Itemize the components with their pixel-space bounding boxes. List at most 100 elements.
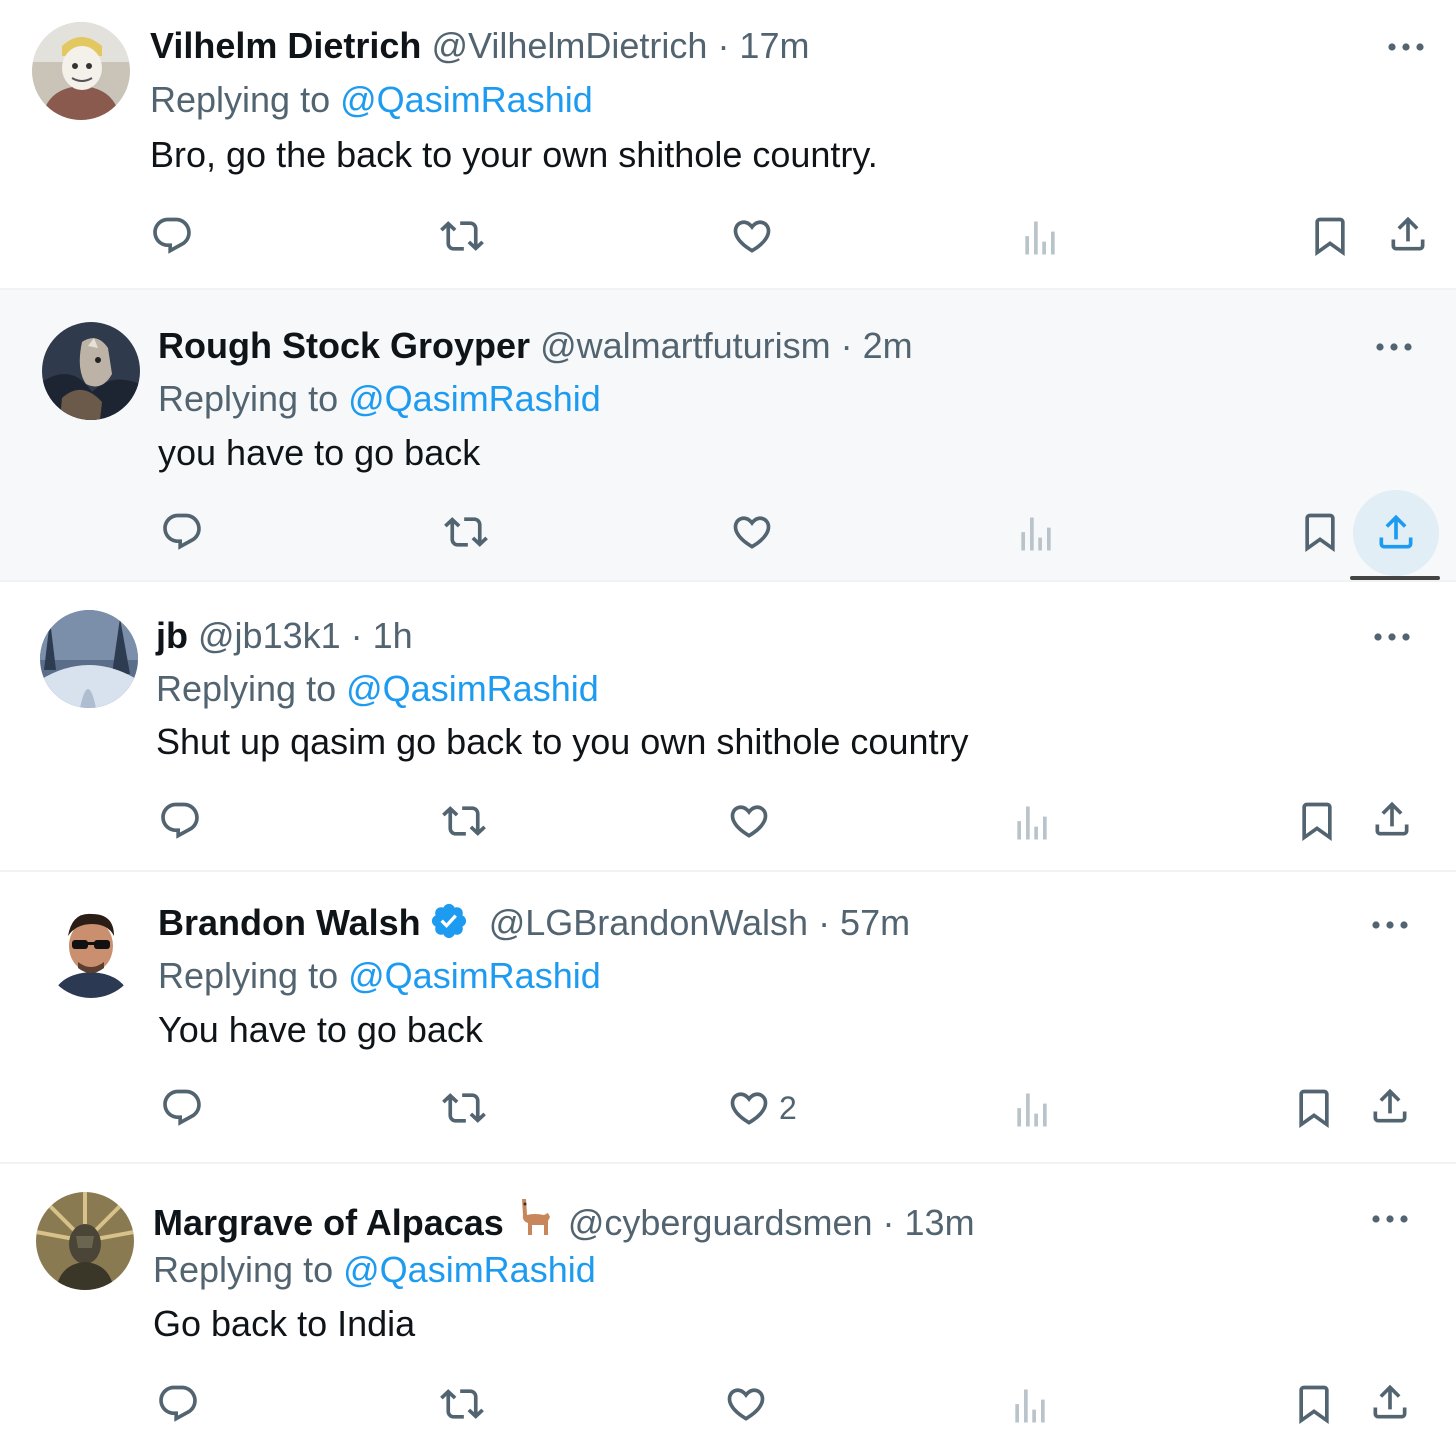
timestamp[interactable]: · 13m — [883, 1202, 975, 1243]
reply-button[interactable] — [156, 1382, 200, 1426]
llama-emoji-icon — [514, 1195, 558, 1249]
replying-label: Replying to — [150, 79, 331, 120]
views-button[interactable] — [1010, 801, 1054, 845]
share-button[interactable] — [1370, 797, 1414, 841]
share-icon — [1386, 212, 1430, 256]
tweet-header: Vilhelm Dietrich @VilhelmDietrich · 17m — [150, 24, 809, 68]
retweet-button[interactable] — [440, 214, 484, 258]
retweet-icon — [440, 214, 484, 258]
share-button[interactable] — [1368, 1084, 1412, 1128]
views-button[interactable] — [1018, 216, 1062, 260]
avatar[interactable] — [32, 22, 130, 120]
mention-link[interactable]: @QasimRashid — [348, 378, 601, 419]
display-name[interactable]: Vilhelm Dietrich — [150, 25, 421, 66]
user-handle[interactable]: @walmartfuturism — [540, 325, 831, 366]
views-icon — [1018, 216, 1062, 260]
avatar[interactable] — [42, 900, 140, 998]
bookmark-button[interactable] — [1308, 214, 1352, 258]
tweet-header: jb @jb13k1 · 1h — [156, 614, 413, 658]
share-button[interactable] — [1368, 1380, 1412, 1424]
replying-label: Replying to — [158, 955, 339, 996]
tweet-text: You have to go back — [158, 1009, 483, 1050]
tweet-header: Margrave of Alpacas @cyberguardsmen · 13… — [153, 1195, 975, 1249]
mention-link[interactable]: @QasimRashid — [340, 79, 593, 120]
mention-link[interactable]: @QasimRashid — [348, 955, 601, 996]
reply-button[interactable] — [160, 1086, 204, 1130]
bookmark-icon — [1295, 799, 1339, 843]
avatar[interactable] — [40, 610, 138, 708]
retweet-icon — [442, 799, 486, 843]
tweet-card[interactable]: Rough Stock Groyper @walmartfuturism · 2… — [0, 290, 1456, 580]
more-icon[interactable] — [1364, 332, 1424, 362]
replying-to: Replying to @QasimRashid — [158, 954, 601, 998]
verified-badge-icon — [429, 901, 469, 951]
timestamp[interactable]: · 57m — [818, 902, 910, 943]
share-button[interactable] — [1374, 510, 1418, 554]
like-button[interactable] — [730, 510, 782, 554]
like-button[interactable] — [730, 214, 782, 258]
views-button[interactable] — [1008, 1384, 1052, 1428]
views-button[interactable] — [1010, 1088, 1054, 1132]
like-button[interactable] — [724, 1382, 776, 1426]
share-icon — [1370, 797, 1414, 841]
tweet-card[interactable]: jb @jb13k1 · 1h Replying to @QasimRashid… — [0, 582, 1456, 870]
views-button[interactable] — [1014, 512, 1058, 556]
tweet-text: Go back to India — [153, 1303, 416, 1344]
tweet-card[interactable]: Margrave of Alpacas @cyberguardsmen · 13… — [0, 1164, 1456, 1456]
tweet-card[interactable]: Vilhelm Dietrich @VilhelmDietrich · 17m … — [0, 0, 1456, 288]
reply-icon — [160, 510, 204, 554]
user-handle[interactable]: @VilhelmDietrich — [431, 25, 707, 66]
share-icon — [1368, 1380, 1412, 1424]
like-icon — [727, 799, 771, 843]
display-name[interactable]: Rough Stock Groyper — [158, 325, 530, 366]
views-icon — [1014, 512, 1058, 556]
retweet-button[interactable] — [442, 1086, 486, 1130]
painting-avatar-icon — [42, 322, 140, 420]
like-button[interactable] — [727, 799, 779, 843]
retweet-button[interactable] — [442, 799, 486, 843]
user-handle[interactable]: @jb13k1 — [198, 615, 341, 656]
mention-link[interactable]: @QasimRashid — [343, 1249, 596, 1290]
reply-button[interactable] — [158, 799, 202, 843]
more-icon[interactable] — [1376, 32, 1436, 62]
mention-link[interactable]: @QasimRashid — [346, 668, 599, 709]
avatar[interactable] — [42, 322, 140, 420]
more-icon[interactable] — [1360, 1204, 1420, 1234]
more-icon[interactable] — [1362, 622, 1422, 652]
share-button[interactable] — [1386, 212, 1430, 256]
bookmark-button[interactable] — [1292, 1382, 1336, 1426]
tweet-text: you have to go back — [158, 432, 481, 473]
bookmark-button[interactable] — [1295, 799, 1339, 843]
bookmark-button[interactable] — [1298, 510, 1342, 554]
timestamp[interactable]: · 17m — [717, 25, 809, 66]
share-icon — [1368, 1084, 1412, 1128]
reply-icon — [156, 1382, 200, 1426]
avatar[interactable] — [36, 1192, 134, 1290]
like-icon — [724, 1382, 768, 1426]
timestamp[interactable]: · 1h — [351, 615, 413, 656]
tweet-text: Bro, go the back to your own shithole co… — [150, 134, 878, 175]
retweet-icon — [440, 1382, 484, 1426]
tweet-card[interactable]: Brandon Walsh @LGBrandonWalsh · 57m Repl… — [0, 872, 1456, 1162]
more-icon[interactable] — [1360, 910, 1420, 940]
bookmark-icon — [1308, 214, 1352, 258]
bookmark-button[interactable] — [1292, 1086, 1336, 1130]
user-handle[interactable]: @LGBrandonWalsh — [489, 902, 808, 943]
reply-button[interactable] — [150, 214, 194, 258]
snow-forest-avatar-icon — [40, 610, 138, 708]
tweet-header: Rough Stock Groyper @walmartfuturism · 2… — [158, 324, 913, 368]
like-count: 2 — [779, 1089, 797, 1126]
display-name[interactable]: jb — [156, 615, 188, 656]
timestamp[interactable]: · 2m — [841, 325, 913, 366]
retweet-icon — [442, 1086, 486, 1130]
like-button[interactable]: 2 — [727, 1086, 797, 1130]
retweet-button[interactable] — [444, 510, 488, 554]
retweet-button[interactable] — [440, 1382, 484, 1426]
replying-to: Replying to @QasimRashid — [156, 667, 599, 711]
replying-label: Replying to — [156, 668, 337, 709]
user-handle[interactable]: @cyberguardsmen — [568, 1202, 873, 1243]
reply-button[interactable] — [160, 510, 204, 554]
tweet-header: Brandon Walsh @LGBrandonWalsh · 57m — [158, 901, 910, 951]
display-name[interactable]: Margrave of Alpacas — [153, 1202, 504, 1243]
display-name[interactable]: Brandon Walsh — [158, 902, 421, 943]
